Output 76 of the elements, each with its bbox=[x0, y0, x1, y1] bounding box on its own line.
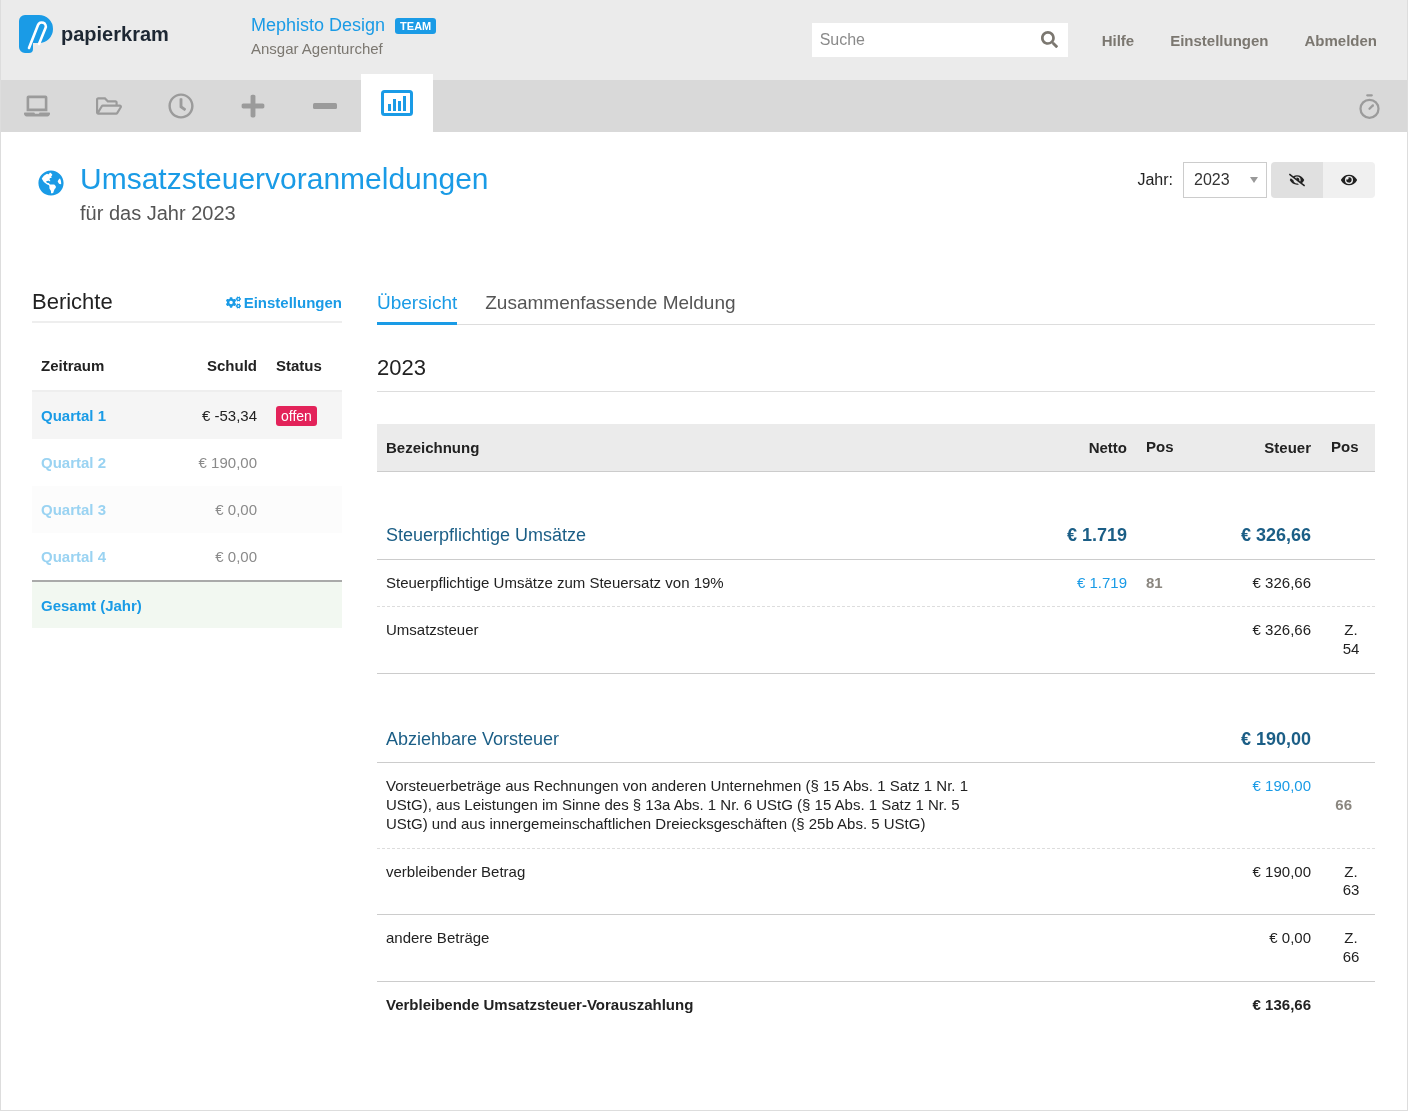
hide-toggle[interactable] bbox=[1271, 162, 1323, 198]
column-header: Netto bbox=[1087, 439, 1127, 456]
nav-link[interactable]: Abmelden bbox=[1304, 31, 1377, 49]
amount-link[interactable]: € 1.719 bbox=[1076, 573, 1127, 591]
amount-link[interactable]: € 190,00 bbox=[1252, 777, 1311, 795]
amount: € 190,00 bbox=[1252, 862, 1311, 880]
user-name: Ansgar Agenturchef bbox=[251, 40, 384, 57]
row-label: Steuerpflichtige Umsätze zum Steuersatz von 19% bbox=[386, 573, 724, 591]
status-tag: offen bbox=[276, 405, 317, 426]
nav-link[interactable]: Hilfe bbox=[1101, 31, 1135, 49]
line-reference: Z. 54 bbox=[1341, 621, 1361, 659]
gears-icon bbox=[225, 294, 241, 310]
brand-name: papierkram bbox=[61, 22, 169, 46]
search-field[interactable]: Suche bbox=[811, 23, 1068, 57]
period-link[interactable]: Quartal 2 bbox=[41, 454, 107, 471]
section-title: Steuerpflichtige Umsätze bbox=[386, 525, 587, 545]
line-reference: Z. 63 bbox=[1341, 862, 1361, 900]
amount: € 326,66 bbox=[1240, 525, 1311, 545]
bar-chart-icon bbox=[381, 90, 413, 116]
globe-icon bbox=[38, 170, 64, 196]
search-icon[interactable] bbox=[1040, 31, 1058, 48]
row-label: andere Beträge bbox=[386, 929, 490, 946]
nav-link[interactable]: Einstellungen bbox=[1170, 31, 1269, 49]
row-label: Vorsteuerbeträge aus Rechnungen von anderen Unternehmen (§ 15 Abs. 1 Satz 1 Nr. 1 UStG), aus Leistungen im Sinne des § 13a Abs. 1 Nr. 6 UStG (§ 15 Abs. 1 Satz 1 Nr. 5 UStG) und aus innergemeinschaftlichen Dreiecksgeschäften (§ 25b Abs. 5 UStG) bbox=[386, 777, 969, 832]
caret-icon bbox=[1250, 177, 1258, 183]
toolbar-tab[interactable] bbox=[361, 74, 433, 132]
period-link[interactable]: Quartal 3 bbox=[41, 501, 107, 518]
amount: € 326,66 bbox=[1252, 573, 1311, 591]
section-title: Abziehbare Vorsteuer bbox=[386, 728, 560, 749]
debt-amount: € 0,00 bbox=[215, 501, 257, 518]
page-subtitle: für das Jahr 2023 bbox=[80, 202, 237, 225]
column-header: Bezeichnung bbox=[386, 439, 481, 456]
tab[interactable]: Übersicht bbox=[377, 283, 458, 325]
line-reference: Z. 66 bbox=[1341, 929, 1361, 967]
row-label: Umsatzsteuer bbox=[386, 621, 479, 639]
column-header: Pos bbox=[1145, 438, 1175, 457]
position-number: 81 bbox=[1146, 573, 1164, 593]
column-header: Pos bbox=[1330, 438, 1360, 457]
tab[interactable]: Zusammenfassende Meldung bbox=[485, 283, 736, 325]
total-link[interactable]: Gesamt (Jahr) bbox=[41, 596, 142, 614]
period-link[interactable]: Quartal 1 bbox=[41, 407, 107, 424]
amount: € 1.719 bbox=[1066, 525, 1127, 545]
period-link[interactable]: Quartal 4 bbox=[41, 548, 107, 565]
laptop-icon bbox=[24, 93, 50, 119]
debt-amount: € 0,00 bbox=[215, 548, 257, 565]
debt-amount: € 190,00 bbox=[198, 454, 257, 471]
settings-link[interactable]: Einstellungen bbox=[225, 293, 342, 311]
clock-icon bbox=[168, 93, 194, 119]
total-row[interactable]: Gesamt (Jahr) bbox=[32, 580, 342, 628]
stopwatch-icon[interactable] bbox=[1356, 92, 1383, 120]
row-label: verbleibender Betrag bbox=[386, 862, 526, 880]
column-header: Status bbox=[276, 357, 323, 374]
page-title: Umsatzsteuervoranmeldungen bbox=[80, 162, 489, 196]
show-toggle[interactable] bbox=[1323, 162, 1375, 198]
amount: € 190,00 bbox=[1240, 728, 1311, 749]
plus-icon bbox=[240, 93, 266, 119]
year-select[interactable]: 2023 bbox=[1183, 162, 1267, 198]
minus-icon bbox=[313, 103, 337, 109]
year-label: Jahr: bbox=[1137, 171, 1173, 189]
eye-icon bbox=[1341, 172, 1357, 188]
column-header: Steuer bbox=[1263, 439, 1311, 456]
team-badge: TEAM bbox=[395, 17, 437, 34]
amount: € 136,66 bbox=[1252, 995, 1311, 1013]
column-header: Schuld bbox=[206, 357, 257, 374]
logo-icon bbox=[19, 15, 53, 53]
company-link[interactable]: Mephisto Design bbox=[251, 15, 386, 36]
sidebar-title: Berichte bbox=[32, 289, 113, 315]
eye-slash-icon bbox=[1289, 172, 1305, 188]
report-row[interactable]: Quartal 1 € -53,34 offen bbox=[32, 392, 342, 439]
row-label: Verbleibende Umsatzsteuer-Vorauszahlung bbox=[386, 995, 694, 1013]
debt-amount: € -53,34 bbox=[201, 407, 257, 424]
amount: € 326,66 bbox=[1252, 621, 1311, 639]
amount: € 0,00 bbox=[1269, 929, 1311, 946]
position-number: 66 bbox=[1334, 796, 1353, 815]
year-heading: 2023 bbox=[377, 355, 1375, 392]
column-header: Zeitraum bbox=[41, 357, 106, 374]
